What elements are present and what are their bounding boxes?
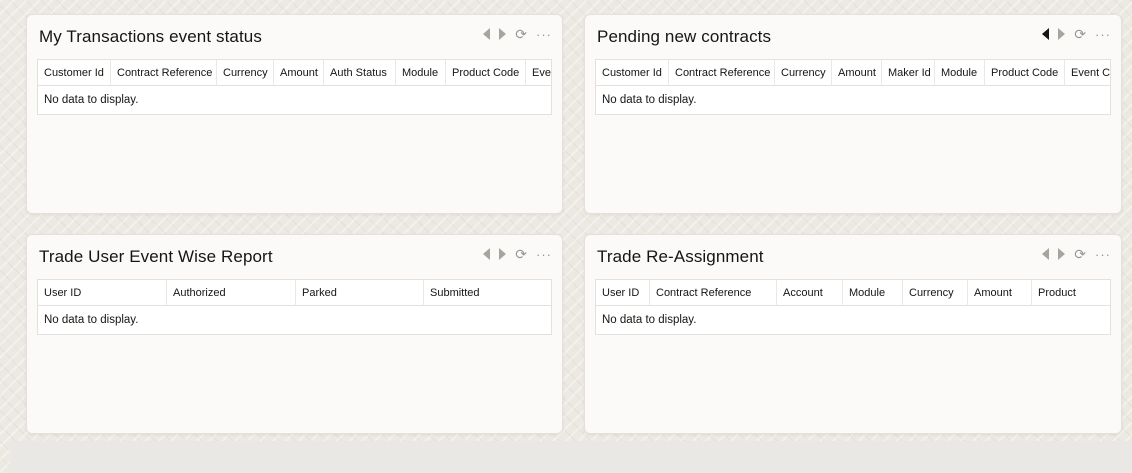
column-header[interactable]: Product: [1032, 280, 1110, 306]
card-trade-reassignment: Trade Re-Assignment ⟳ ··· User ID Contra…: [584, 234, 1122, 434]
chevron-left-icon[interactable]: [1042, 28, 1050, 40]
empty-message: No data to display.: [44, 94, 139, 106]
column-header[interactable]: Submitted: [424, 280, 551, 306]
empty-message: No data to display.: [602, 94, 697, 106]
column-header[interactable]: Parked: [296, 280, 424, 306]
card-actions: ⟳ ···: [1042, 27, 1111, 41]
column-header[interactable]: User ID: [38, 280, 167, 306]
chevron-right-icon[interactable]: [1058, 28, 1066, 40]
table-header: Customer Id Contract Reference Currency …: [38, 60, 551, 86]
data-table: Customer Id Contract Reference Currency …: [37, 59, 552, 115]
chevron-right-icon[interactable]: [499, 248, 507, 260]
column-header[interactable]: Event Co: [1065, 60, 1110, 86]
table-header: User ID Contract Reference Account Modul…: [596, 280, 1110, 306]
data-table: Customer Id Contract Reference Currency …: [595, 59, 1111, 115]
column-header[interactable]: Currency: [903, 280, 968, 306]
card-title: Pending new contracts: [597, 27, 772, 46]
column-header[interactable]: Amount: [968, 280, 1032, 306]
card-title: My Transactions event status: [39, 27, 262, 46]
chevron-left-icon[interactable]: [483, 28, 491, 40]
table-header: User ID Authorized Parked Submitted: [38, 280, 551, 306]
column-header[interactable]: Module: [935, 60, 985, 86]
column-header[interactable]: Module: [843, 280, 903, 306]
more-options-icon[interactable]: ···: [536, 248, 552, 261]
column-header[interactable]: Contract Reference: [111, 60, 217, 86]
column-header[interactable]: Authorized: [167, 280, 296, 306]
column-header[interactable]: Auth Status: [324, 60, 396, 86]
chevron-right-icon[interactable]: [499, 28, 507, 40]
data-table: User ID Contract Reference Account Modul…: [595, 279, 1111, 335]
empty-message: No data to display.: [44, 314, 139, 326]
dashboard-grid: My Transactions event status ⟳ ··· Custo…: [0, 0, 1132, 440]
card-pending-contracts: Pending new contracts ⟳ ··· Customer Id …: [584, 14, 1122, 214]
card-title: Trade Re-Assignment: [597, 247, 764, 266]
column-header[interactable]: Currency: [217, 60, 274, 86]
column-header[interactable]: Maker Id: [882, 60, 935, 86]
data-table: User ID Authorized Parked Submitted No d…: [37, 279, 552, 335]
refresh-icon[interactable]: ⟳: [515, 27, 527, 41]
more-options-icon[interactable]: ···: [1095, 248, 1111, 261]
chevron-left-icon[interactable]: [483, 248, 491, 260]
refresh-icon[interactable]: ⟳: [515, 247, 527, 261]
column-header[interactable]: Module: [396, 60, 446, 86]
card-actions: ⟳ ···: [483, 27, 552, 41]
card-actions: ⟳ ···: [1042, 247, 1111, 261]
column-header[interactable]: Account: [777, 280, 843, 306]
table-header: Customer Id Contract Reference Currency …: [596, 60, 1110, 86]
column-header[interactable]: Customer Id: [596, 60, 669, 86]
column-header[interactable]: User ID: [596, 280, 650, 306]
column-header[interactable]: Event: [526, 60, 551, 86]
column-header[interactable]: Amount: [274, 60, 324, 86]
card-trade-user-event-report: Trade User Event Wise Report ⟳ ··· User …: [26, 234, 563, 434]
chevron-left-icon[interactable]: [1042, 248, 1050, 260]
chevron-right-icon[interactable]: [1058, 248, 1066, 260]
footer-bar: [10, 441, 1132, 473]
column-header[interactable]: Customer Id: [38, 60, 111, 86]
card-title: Trade User Event Wise Report: [39, 247, 273, 266]
column-header[interactable]: Product Code: [446, 60, 526, 86]
more-options-icon[interactable]: ···: [1095, 28, 1111, 41]
column-header[interactable]: Currency: [775, 60, 832, 86]
more-options-icon[interactable]: ···: [536, 28, 552, 41]
empty-message: No data to display.: [602, 314, 697, 326]
refresh-icon[interactable]: ⟳: [1074, 27, 1086, 41]
column-header[interactable]: Amount: [832, 60, 882, 86]
column-header[interactable]: Contract Reference: [669, 60, 775, 86]
refresh-icon[interactable]: ⟳: [1074, 247, 1086, 261]
column-header[interactable]: Contract Reference: [650, 280, 777, 306]
card-actions: ⟳ ···: [483, 247, 552, 261]
column-header[interactable]: Product Code: [985, 60, 1065, 86]
card-my-transactions: My Transactions event status ⟳ ··· Custo…: [26, 14, 563, 214]
